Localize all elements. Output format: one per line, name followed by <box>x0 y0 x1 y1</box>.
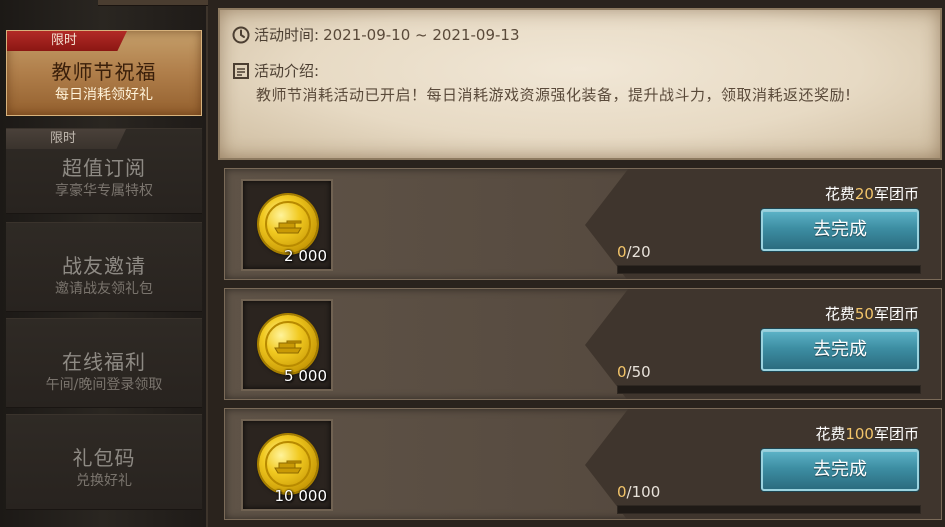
sidebar-item-title: 教师节祝福 <box>51 60 157 84</box>
progress-bar <box>617 505 921 514</box>
sidebar-item-subtitle: 每日消耗领好礼 <box>55 87 153 103</box>
event-time-label: 活动时间: <box>254 26 320 44</box>
progress-text: 0/50 <box>617 363 651 381</box>
go-complete-button[interactable]: 去完成 <box>761 449 919 491</box>
sidebar-top-bar <box>98 0 208 6</box>
progress-current: 0 <box>617 363 627 381</box>
sidebar-item-teachers-day[interactable]: 限时 教师节祝福 每日消耗领好礼 <box>6 30 202 116</box>
cost-suffix: 军团币 <box>873 185 919 203</box>
progress-bar <box>617 265 921 274</box>
reward-amount: 5 000 <box>284 367 327 385</box>
sidebar-item-subtitle: 午间/晚间登录领取 <box>45 377 163 393</box>
progress-total: /50 <box>626 363 651 381</box>
sidebar-item-subtitle: 邀请战友领礼包 <box>55 281 153 297</box>
cost-prefix: 花费 <box>824 185 855 203</box>
limited-badge: 限时 <box>6 129 126 149</box>
cost-number: 20 <box>854 185 874 203</box>
cost-prefix: 花费 <box>815 425 846 443</box>
progress-text: 0/100 <box>617 483 660 501</box>
event-desc-row: 活动介绍: <box>232 60 319 81</box>
reward-slot[interactable]: 10 000 <box>241 419 333 511</box>
sidebar-item-subtitle: 享豪华专属特权 <box>55 183 153 199</box>
task-cost: 花费100军团币 <box>815 423 919 444</box>
sidebar: 限时 教师节祝福 每日消耗领好礼 限时 超值订阅 享豪华专属特权 战友邀请 邀请… <box>0 0 208 527</box>
reward-slot[interactable]: 5 000 <box>241 299 333 391</box>
sidebar-item-title: 超值订阅 <box>62 156 146 180</box>
sidebar-item-subtitle: 兑换好礼 <box>76 473 132 489</box>
sidebar-item-title: 战友邀请 <box>62 254 146 278</box>
sidebar-item-title: 礼包码 <box>72 446 136 470</box>
sidebar-item-gift-code[interactable]: 礼包码 兑换好礼 <box>6 414 202 510</box>
reward-amount: 2 000 <box>284 247 327 265</box>
document-icon <box>232 62 250 80</box>
event-desc-text: 教师节消耗活动已开启！每日消耗游戏资源强化装备，提升战斗力，领取消耗返还奖励! <box>256 86 852 104</box>
event-time-value: 2021-09-10 ~ 2021-09-13 <box>323 25 520 44</box>
event-desc-label: 活动介绍: <box>254 62 320 80</box>
clock-icon <box>232 26 250 44</box>
limited-badge: 限时 <box>7 31 127 51</box>
cost-number: 50 <box>854 305 874 323</box>
progress-total: /20 <box>626 243 651 261</box>
cost-suffix: 军团币 <box>873 425 919 443</box>
reward-slot[interactable]: 2 000 <box>241 179 333 271</box>
gold-coin-tank-icon <box>259 435 317 493</box>
task-row: 2 000 花费20军团币 去完成 0/20 <box>224 168 942 280</box>
cost-prefix: 花费 <box>824 305 855 323</box>
gold-coin-tank-icon <box>259 195 317 253</box>
gold-coin-tank-icon <box>259 315 317 373</box>
progress-current: 0 <box>617 243 627 261</box>
task-row: 10 000 花费100军团币 去完成 0/100 <box>224 408 942 520</box>
task-row: 5 000 花费50军团币 去完成 0/50 <box>224 288 942 400</box>
event-time-row: 活动时间: 2021-09-10 ~ 2021-09-13 <box>232 24 520 45</box>
sidebar-item-invite[interactable]: 战友邀请 邀请战友领礼包 <box>6 222 202 312</box>
task-cost: 花费50军团币 <box>825 303 919 324</box>
sidebar-item-subscription[interactable]: 限时 超值订阅 享豪华专属特权 <box>6 128 202 214</box>
go-complete-button[interactable]: 去完成 <box>761 209 919 251</box>
task-cost: 花费20军团币 <box>825 183 919 204</box>
reward-amount: 10 000 <box>274 487 328 505</box>
sidebar-item-online-welfare[interactable]: 在线福利 午间/晚间登录领取 <box>6 318 202 408</box>
event-info-panel: 活动时间: 2021-09-10 ~ 2021-09-13 活动介绍: 教师节消… <box>218 8 942 160</box>
cost-suffix: 军团币 <box>873 305 919 323</box>
progress-current: 0 <box>617 483 627 501</box>
progress-total: /100 <box>626 483 661 501</box>
go-complete-button[interactable]: 去完成 <box>761 329 919 371</box>
progress-bar <box>617 385 921 394</box>
cost-number: 100 <box>845 425 874 443</box>
sidebar-item-title: 在线福利 <box>62 350 146 374</box>
progress-text: 0/20 <box>617 243 651 261</box>
